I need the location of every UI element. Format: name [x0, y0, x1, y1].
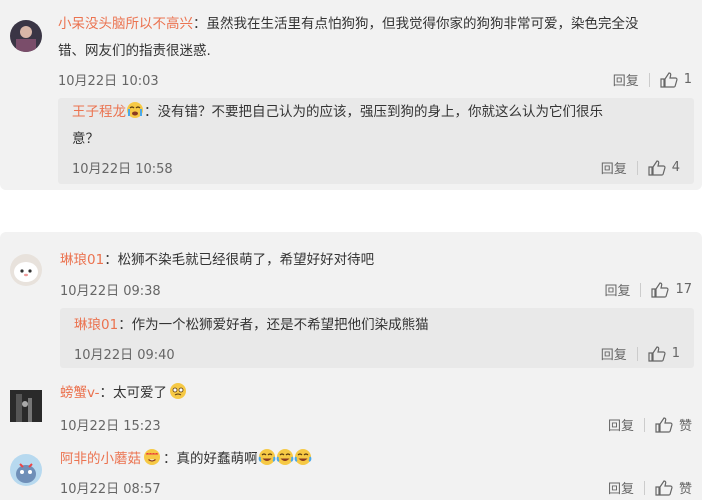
- comment-date: 10月22日 08:57: [60, 482, 161, 497]
- username-link[interactable]: 琳琅01: [74, 317, 118, 333]
- laugh-cry-emoji-icon: [294, 449, 311, 465]
- username-link[interactable]: 螃蟹v-: [60, 385, 100, 401]
- thumbs-up-icon: [655, 416, 673, 433]
- reply-button[interactable]: 回复: [613, 70, 639, 89]
- like-count: 4: [671, 160, 680, 175]
- crying-emoji-icon: [127, 102, 143, 118]
- divider: [640, 282, 642, 297]
- reply-text: 琳琅01：作为一个松狮爱好者，还是不希望把他们染成熊猫: [74, 317, 429, 333]
- comment-date: 10月22日 15:23: [60, 419, 161, 434]
- thumbs-up-icon: [648, 345, 666, 362]
- like-button[interactable]: 1: [660, 71, 692, 88]
- comment-text: 小呆没头脑所以不高兴：虽然我在生活里有点怕狗狗，但我觉得你家的狗狗非常可爱，染色…: [58, 16, 639, 59]
- like-count: 17: [675, 282, 692, 297]
- comment-card-1: 小呆没头脑所以不高兴：虽然我在生活里有点怕狗狗，但我觉得你家的狗狗非常可爱，染色…: [0, 0, 702, 190]
- reply-box: 琳琅01：作为一个松狮爱好者，还是不希望把他们染成熊猫 10月22日 09:40…: [60, 308, 694, 368]
- thumbs-up-icon: [655, 479, 673, 496]
- username-link[interactable]: 阿非的小蘑菇: [60, 451, 141, 467]
- reply-button[interactable]: 回复: [604, 280, 630, 299]
- reply-button[interactable]: 回复: [601, 158, 627, 177]
- username-link[interactable]: 小呆没头脑所以不高兴: [58, 16, 193, 32]
- comment-actions: 回复 赞: [608, 415, 692, 434]
- comment-actions: 回复 17: [604, 280, 692, 299]
- username-link[interactable]: 王子程龙: [72, 104, 126, 120]
- comment-date: 10月22日 10:03: [58, 74, 159, 89]
- like-count: 1: [671, 346, 680, 361]
- comment-text: 螃蟹v-：太可爱了: [60, 380, 187, 407]
- like-button[interactable]: 4: [648, 159, 680, 176]
- thumbs-up-icon: [651, 281, 670, 298]
- reply-date: 10月22日 10:58: [72, 162, 173, 177]
- thumbs-up-icon: [648, 159, 666, 176]
- comment-date: 10月22日 09:38: [60, 284, 161, 299]
- like-button[interactable]: 17: [651, 281, 692, 298]
- laugh-cry-emoji-icon: [258, 449, 275, 465]
- avatar[interactable]: [10, 254, 42, 286]
- divider: [643, 417, 645, 432]
- comment-actions: 回复 1: [613, 70, 692, 89]
- like-button[interactable]: 赞: [655, 415, 692, 434]
- thumbs-up-icon: [660, 71, 678, 88]
- reply-actions: 回复 4: [601, 158, 680, 177]
- divider: [643, 480, 645, 495]
- heart-eyes-emoji-icon: [144, 449, 160, 465]
- laugh-cry-emoji-icon: [276, 449, 293, 465]
- comment-text: 阿非的小蘑菇 ：真的好蠢萌啊: [60, 446, 312, 473]
- reply-text: 王子程龙 ：没有错？不要把自己认为的应该，强压到狗的身上，你就这么认为它们很乐 意…: [72, 99, 672, 153]
- avatar[interactable]: [10, 454, 42, 486]
- avatar[interactable]: [10, 20, 42, 52]
- reply-button[interactable]: 回复: [608, 478, 634, 497]
- like-count: 1: [683, 72, 692, 87]
- divider: [636, 160, 638, 175]
- like-label: 赞: [678, 482, 692, 497]
- comment-text: 琳琅01：松狮不染毛就已经很萌了，希望好好对待吧: [60, 252, 375, 268]
- reply-button[interactable]: 回复: [601, 344, 627, 363]
- like-label: 赞: [678, 419, 692, 434]
- reply-date: 10月22日 09:40: [74, 348, 175, 363]
- avatar[interactable]: [10, 390, 42, 422]
- divider: [636, 346, 638, 361]
- comment-card-2: 琳琅01：松狮不染毛就已经很萌了，希望好好对待吧 10月22日 09:38 回复…: [0, 232, 702, 500]
- like-button[interactable]: 赞: [655, 478, 692, 497]
- teary-emoji-icon: [170, 383, 186, 399]
- divider: [648, 72, 650, 87]
- reply-button[interactable]: 回复: [608, 415, 634, 434]
- reply-actions: 回复 1: [601, 344, 680, 363]
- reply-box: 王子程龙 ：没有错？不要把自己认为的应该，强压到狗的身上，你就这么认为它们很乐 意…: [58, 98, 694, 184]
- comment-actions: 回复 赞: [608, 478, 692, 497]
- like-button[interactable]: 1: [648, 345, 680, 362]
- username-link[interactable]: 琳琅01: [60, 252, 104, 268]
